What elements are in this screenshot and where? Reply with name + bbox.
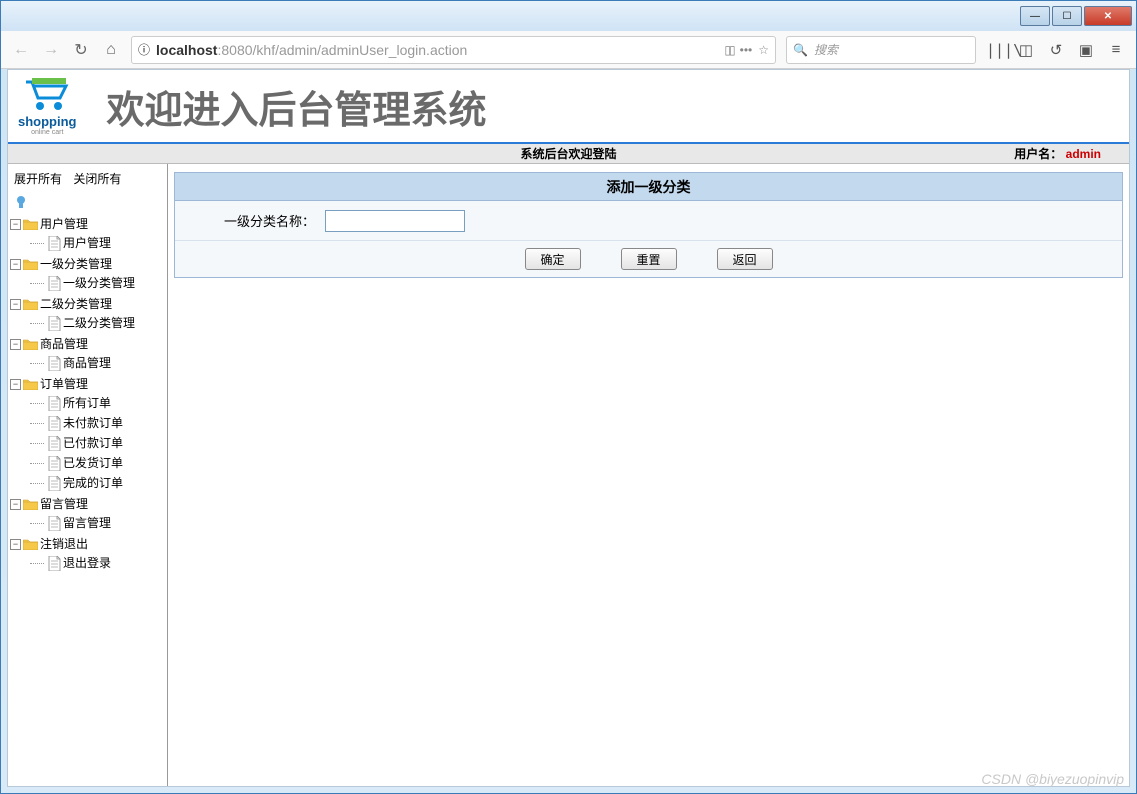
reload-button[interactable]: ↻ [71, 40, 91, 60]
tree-item[interactable]: 所有订单 [30, 394, 165, 412]
status-message: 系统后台欢迎登陆 [520, 145, 616, 162]
tree-root-icon [10, 193, 165, 214]
tree-item[interactable]: 未付款订单 [30, 414, 165, 432]
status-bar: 系统后台欢迎登陆 用户名： admin [8, 142, 1129, 164]
tree-item[interactable]: 商品管理 [30, 354, 165, 372]
tree-item-label: 已发货订单 [63, 454, 123, 472]
collapse-all-link[interactable]: 关闭所有 [73, 172, 121, 186]
window-titlebar: — ☐ ✕ [1, 1, 1136, 31]
browser-toolbar: ← → ↻ ⌂ ⓘ localhost:8080/khf/admin/admin… [1, 31, 1136, 69]
tree-item-label: 已付款订单 [63, 434, 123, 452]
workspace: 添加一级分类 一级分类名称： 确定 重置 返回 [168, 164, 1129, 786]
tree-folder-label: 留言管理 [40, 495, 88, 513]
logo-subtext: online cart [31, 129, 63, 136]
panel-icon[interactable]: ▣ [1076, 41, 1096, 59]
collapse-icon[interactable]: − [10, 539, 21, 550]
tree-folder-label: 商品管理 [40, 335, 88, 353]
collapse-icon[interactable]: − [10, 219, 21, 230]
tree-folder[interactable]: − 注销退出 [10, 535, 165, 553]
sidebar-icon[interactable]: ◫ [1016, 41, 1036, 59]
collapse-icon[interactable]: − [10, 379, 21, 390]
tree-item[interactable]: 留言管理 [30, 514, 165, 532]
address-bar[interactable]: ⓘ localhost:8080/khf/admin/adminUser_log… [131, 36, 776, 64]
search-placeholder: 搜索 [814, 41, 838, 58]
status-user: 用户名： admin [1014, 145, 1129, 162]
tree-folder-label: 订单管理 [40, 375, 88, 393]
form-panel: 添加一级分类 一级分类名称： 确定 重置 返回 [174, 172, 1123, 278]
tree-item[interactable]: 二级分类管理 [30, 314, 165, 332]
tree-folder[interactable]: − 二级分类管理 [10, 295, 165, 313]
tree-folder-label: 注销退出 [40, 535, 88, 553]
bookmark-star-icon[interactable]: ☆ [758, 43, 769, 57]
reader-icon[interactable]: ▯▯ [724, 43, 733, 57]
home-button[interactable]: ⌂ [101, 40, 121, 60]
reset-button[interactable]: 重置 [621, 248, 677, 270]
expand-all-link[interactable]: 展开所有 [14, 172, 62, 186]
tree-folder-label: 用户管理 [40, 215, 88, 233]
form-buttons: 确定 重置 返回 [175, 241, 1122, 277]
tree-item-label: 留言管理 [63, 514, 111, 532]
tree-folder-label: 一级分类管理 [40, 255, 112, 273]
tree-folder-label: 二级分类管理 [40, 295, 112, 313]
tree-item-label: 二级分类管理 [63, 314, 135, 332]
tree-item-label: 用户管理 [63, 234, 111, 252]
tree-item-label: 所有订单 [63, 394, 111, 412]
menu-icon[interactable]: ≡ [1106, 41, 1126, 58]
tree-item-label: 退出登录 [63, 554, 111, 572]
form-title: 添加一级分类 [175, 173, 1122, 201]
tree-folder[interactable]: − 用户管理 [10, 215, 165, 233]
back-button[interactable]: 返回 [717, 248, 773, 270]
tree-folder[interactable]: − 订单管理 [10, 375, 165, 393]
tree-item-label: 未付款订单 [63, 414, 123, 432]
collapse-icon[interactable]: − [10, 499, 21, 510]
collapse-icon[interactable]: − [10, 299, 21, 310]
form-row: 一级分类名称： [175, 201, 1122, 241]
library-icon[interactable]: |||\ [986, 41, 1006, 59]
nav-tree: − 用户管理用户管理 − 一级分类管理一级分类管理 − 二级分类管理二级分类管理 − 商品管理… [10, 214, 165, 574]
sidebar: 展开所有 关闭所有 − 用户管理用户管理 − 一级分类管理一级分类管理 − 二级分类管理二… [8, 164, 168, 786]
tree-folder[interactable]: − 留言管理 [10, 495, 165, 513]
tree-item-label: 一级分类管理 [63, 274, 135, 292]
search-icon: 🔍 [793, 43, 808, 57]
more-icon[interactable]: ••• [740, 43, 753, 57]
window-minimize-button[interactable]: — [1020, 6, 1050, 26]
page-title: 欢迎进入后台管理系统 [107, 79, 487, 134]
window-maximize-button[interactable]: ☐ [1052, 6, 1082, 26]
forward-button[interactable]: → [41, 40, 61, 60]
url-text: localhost:8080/khf/admin/adminUser_login… [156, 42, 718, 58]
tree-item[interactable]: 完成的订单 [30, 474, 165, 492]
tree-item[interactable]: 退出登录 [30, 554, 165, 572]
sync-icon[interactable]: ↺ [1046, 41, 1066, 59]
back-button[interactable]: ← [11, 40, 31, 60]
collapse-icon[interactable]: − [10, 339, 21, 350]
info-icon[interactable]: ⓘ [138, 41, 150, 58]
form-label: 一级分类名称： [195, 211, 325, 230]
tree-item[interactable]: 已发货订单 [30, 454, 165, 472]
tree-folder[interactable]: − 一级分类管理 [10, 255, 165, 273]
tree-folder[interactable]: − 商品管理 [10, 335, 165, 353]
ok-button[interactable]: 确定 [525, 248, 581, 270]
page-header: shopping online cart 欢迎进入后台管理系统 [8, 70, 1129, 142]
tree-item[interactable]: 一级分类管理 [30, 274, 165, 292]
search-box[interactable]: 🔍 搜索 [786, 36, 976, 64]
tree-item[interactable]: 用户管理 [30, 234, 165, 252]
logo-text: shopping [18, 114, 77, 129]
logo: shopping online cart [18, 76, 77, 136]
collapse-icon[interactable]: − [10, 259, 21, 270]
tree-item-label: 完成的订单 [63, 474, 123, 492]
tree-item-label: 商品管理 [63, 354, 111, 372]
window-close-button[interactable]: ✕ [1084, 6, 1132, 26]
cart-icon [22, 76, 72, 114]
tree-item[interactable]: 已付款订单 [30, 434, 165, 452]
category-name-input[interactable] [325, 210, 465, 232]
